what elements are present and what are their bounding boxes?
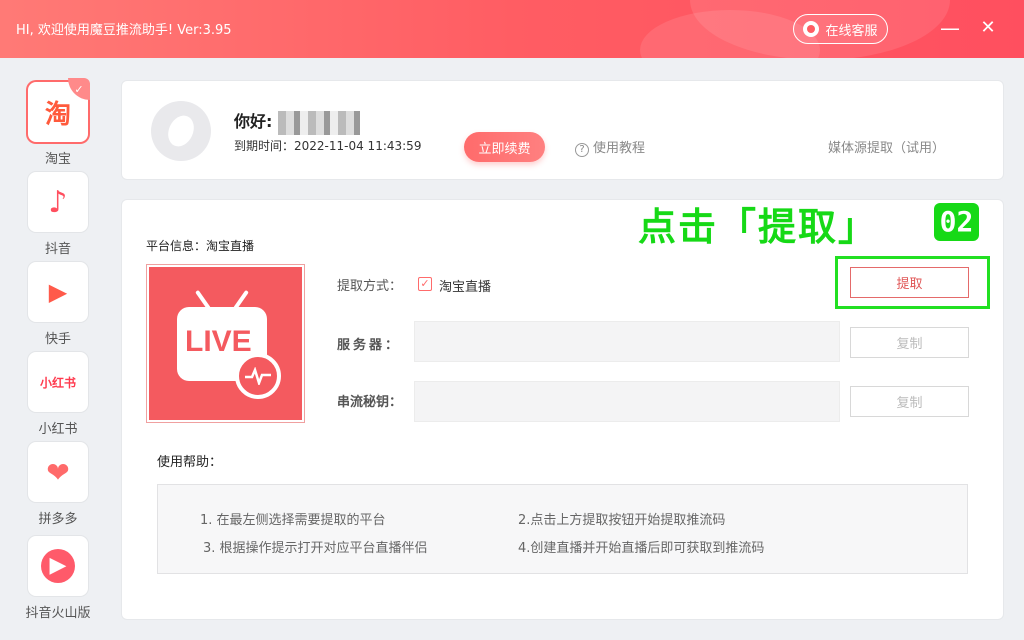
minimize-button[interactable]: —: [938, 16, 962, 40]
sidebar-item-label: 小红书: [38, 422, 78, 437]
taobao-icon: 淘: [28, 78, 90, 142]
sidebar-item-taobao[interactable]: 淘 淘宝: [20, 78, 96, 167]
help-title: 使用帮助：: [157, 455, 223, 470]
renew-button[interactable]: 立即续费: [464, 132, 545, 162]
huoshan-icon: ▶: [28, 536, 88, 596]
annotation-step-badge: 02: [934, 203, 979, 241]
method-label: 提取方式：: [337, 279, 403, 294]
stream-key-field[interactable]: [414, 381, 840, 422]
help-item: 4.创建直播并开始直播后即可获取到推流码: [518, 541, 765, 556]
pulse-icon: [235, 353, 281, 399]
app-title: HI, 欢迎使用魔豆推流助手! Ver:3.95: [16, 23, 232, 38]
bean-icon: [163, 111, 199, 151]
stream-key-label: 串流秘钥：: [337, 395, 403, 410]
headset-icon: [803, 21, 820, 37]
close-button[interactable]: ✕: [976, 16, 1000, 40]
username-redacted: [278, 110, 361, 135]
platform-info: 平台信息：淘宝直播: [146, 239, 255, 253]
extract-button[interactable]: 提取: [850, 267, 969, 298]
tutorial-label: 使用教程: [593, 141, 646, 156]
server-field[interactable]: [414, 321, 840, 362]
media-extract-link[interactable]: 媒体源提取（试用）: [828, 137, 945, 156]
sidebar-item-pinduoduo[interactable]: ❤ 拼多多: [20, 442, 96, 527]
live-tv-icon: LIVE: [149, 267, 302, 420]
help-box: 1. 在最左侧选择需要提取的平台 2.点击上方提取按钮开始提取推流码 3. 根据…: [157, 484, 968, 574]
extract-panel: 点击「提取」 02 平台信息：淘宝直播 LIVE 提取方式： ✓ 淘宝直播 服务…: [121, 199, 1004, 620]
sidebar-item-kuaishou[interactable]: ▶ 快手: [20, 262, 96, 347]
customer-service-label: 在线客服: [825, 23, 878, 39]
live-logo: LIVE: [146, 264, 305, 423]
profile-card: 你好: 到期时间：2022-11-04 11:43:59 立即续费 ? 使用教程 …: [121, 80, 1004, 180]
greeting: 你好:: [234, 108, 361, 135]
sidebar-item-label: 淘宝: [44, 152, 71, 167]
avatar: [151, 101, 211, 161]
customer-service-button[interactable]: 在线客服: [793, 14, 888, 44]
sidebar-item-xiaohongshu[interactable]: 小红书 小红书: [20, 352, 96, 437]
sidebar-item-huoshan[interactable]: ▶ 抖音火山版: [20, 536, 96, 621]
sidebar-item-label: 抖音火山版: [25, 606, 91, 621]
kuaishou-icon: ▶: [28, 262, 88, 322]
sidebar-item-label: 快手: [44, 332, 71, 347]
tutorial-link[interactable]: ? 使用教程: [575, 137, 645, 157]
platform-sidebar: 淘 淘宝 ♪ 抖音 ▶ 快手 小红书 小红书 ❤ 拼多多 ▶ 抖音火山版: [0, 58, 118, 640]
copy-key-button[interactable]: 复制: [850, 386, 969, 417]
annotation-text: 点击「提取」: [638, 205, 879, 249]
sidebar-item-douyin[interactable]: ♪ 抖音: [20, 172, 96, 257]
live-text: LIVE: [185, 325, 252, 358]
sidebar-item-label: 拼多多: [38, 512, 78, 527]
copy-server-button[interactable]: 复制: [850, 327, 969, 358]
expire-time: 到期时间：2022-11-04 11:43:59: [234, 139, 422, 153]
server-label: 服务器：: [337, 338, 402, 353]
taobao-live-checkbox[interactable]: ✓: [418, 277, 432, 291]
question-icon: ?: [575, 143, 589, 157]
sidebar-item-label: 抖音: [44, 242, 71, 257]
pinduoduo-icon: ❤: [28, 442, 88, 502]
title-bar: HI, 欢迎使用魔豆推流助手! Ver:3.95 在线客服 — ✕: [0, 0, 1024, 58]
help-item: 1. 在最左侧选择需要提取的平台: [200, 513, 386, 528]
help-item: 3. 根据操作提示打开对应平台直播伴侣: [203, 541, 428, 556]
xiaohongshu-icon: 小红书: [28, 352, 88, 412]
help-item: 2.点击上方提取按钮开始提取推流码: [518, 513, 726, 528]
douyin-icon: ♪: [28, 172, 88, 232]
method-value: 淘宝直播: [439, 280, 492, 295]
greeting-label: 你好:: [234, 112, 273, 131]
